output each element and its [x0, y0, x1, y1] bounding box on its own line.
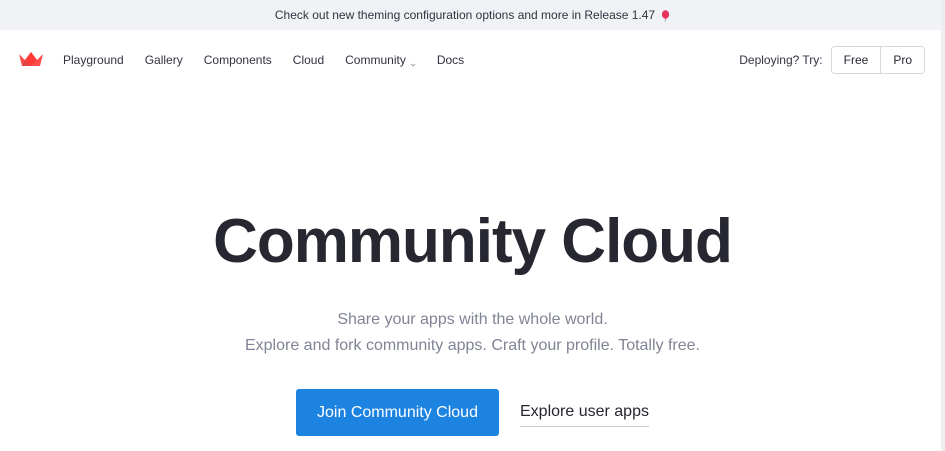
nav-link-community[interactable]: Community: [345, 53, 416, 67]
free-button[interactable]: Free: [831, 47, 881, 73]
page-title: Community Cloud: [213, 207, 733, 276]
hero-subtitle: Share your apps with the whole world. Ex…: [0, 307, 945, 359]
deploy-label: Deploying? Try:: [739, 53, 823, 67]
nav-link-components[interactable]: Components: [204, 53, 272, 67]
nav-link-docs[interactable]: Docs: [437, 53, 464, 67]
top-navigation: Playground Gallery Components Cloud Comm…: [0, 30, 945, 88]
plan-button-group: Free Pro: [830, 46, 925, 74]
nav-links: Playground Gallery Components Cloud Comm…: [63, 51, 485, 69]
explore-user-apps-link[interactable]: Explore user apps: [520, 401, 649, 427]
nav-link-playground[interactable]: Playground: [63, 53, 124, 67]
nav-link-community-label: Community: [345, 53, 406, 67]
streamlit-logo-icon[interactable]: [18, 51, 44, 67]
hero-subtitle-line-1: Share your apps with the whole world.: [337, 311, 608, 328]
announcement-banner[interactable]: Check out new theming configuration opti…: [0, 0, 945, 30]
hero-subtitle-line-2: Explore and fork community apps. Craft y…: [244, 337, 700, 354]
nav-link-gallery[interactable]: Gallery: [145, 53, 183, 67]
pro-button[interactable]: Pro: [880, 47, 924, 73]
join-community-cloud-button[interactable]: Join Community Cloud: [296, 389, 499, 436]
balloon-icon: [661, 9, 670, 22]
deploy-options: Deploying? Try: Free Pro: [739, 46, 925, 74]
chevron-down-icon: [410, 57, 416, 67]
nav-link-cloud[interactable]: Cloud: [293, 53, 324, 67]
banner-text[interactable]: Check out new theming configuration opti…: [275, 8, 655, 22]
scrollbar[interactable]: [941, 0, 945, 451]
